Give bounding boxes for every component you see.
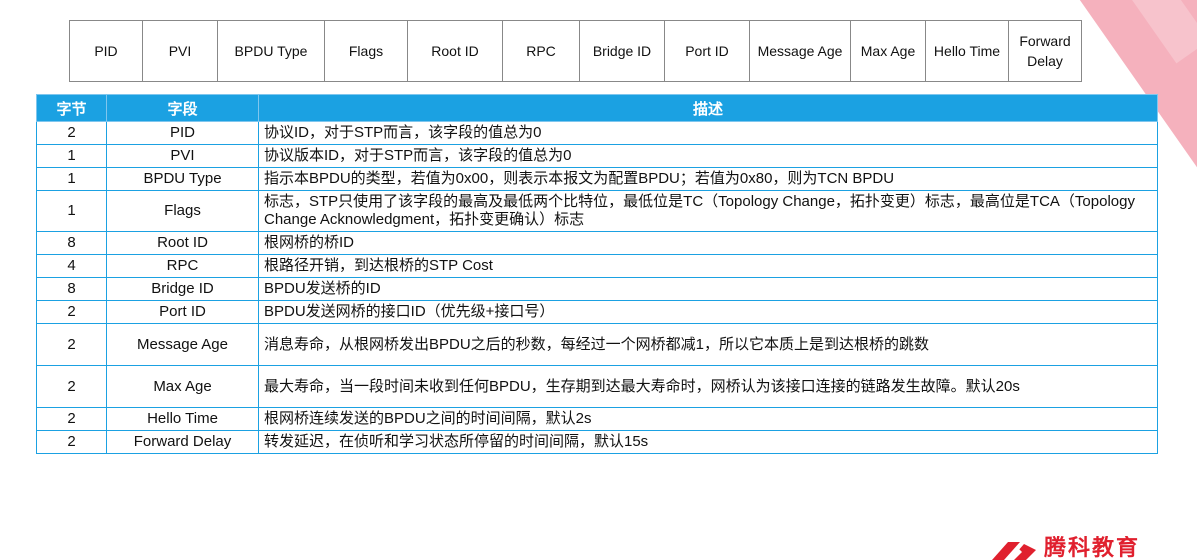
cell-description: 指示本BPDU的类型，若值为0x00，则表示本报文为配置BPDU；若值为0x80… — [258, 167, 1158, 191]
cell-field: Max Age — [106, 365, 259, 408]
table-row: 2 Port ID BPDU发送网桥的接口ID（优先级+接口号） — [36, 300, 1158, 324]
cell-bytes: 1 — [36, 167, 107, 191]
logo-text: 腾科教育 — [1044, 536, 1141, 560]
cell-bytes: 2 — [36, 365, 107, 408]
field-cell-hello-time: Hello Time — [925, 20, 1009, 82]
field-cell-port-id: Port ID — [664, 20, 750, 82]
cell-description: BPDU发送网桥的接口ID（优先级+接口号） — [258, 300, 1158, 324]
table-row: 2 Hello Time 根网桥连续发送的BPDU之间的时间间隔，默认2s — [36, 407, 1158, 431]
field-cell-root-id: Root ID — [407, 20, 503, 82]
cell-description: 最大寿命，当一段时间未收到任何BPDU，生存期到达最大寿命时，网桥认为该接口连接… — [258, 365, 1158, 408]
bpdu-field-table: 字节 字段 描述 2 PID 协议ID，对于STP而言，该字段的值总为0 1 PVI 协议… — [36, 94, 1158, 454]
field-cell-flags: Flags — [324, 20, 408, 82]
table-row: 4 RPC 根路径开销，到达根桥的STP Cost — [36, 254, 1158, 278]
cell-field: Root ID — [106, 231, 259, 255]
field-cell-bridge-id: Bridge ID — [579, 20, 665, 82]
column-header-description: 描述 — [258, 94, 1158, 122]
table-row: 2 Message Age 消息寿命，从根网桥发出BPDU之后的秒数，每经过一个网桥… — [36, 323, 1158, 366]
cell-bytes: 2 — [36, 430, 107, 454]
bpdu-field-row: PID PVI BPDU Type Flags Root ID RPC Bridge ID P… — [69, 20, 1082, 82]
field-cell-bpdu-type: BPDU Type — [217, 20, 325, 82]
field-cell-pvi: PVI — [142, 20, 218, 82]
cell-field: Hello Time — [106, 407, 259, 431]
cell-field: BPDU Type — [106, 167, 259, 191]
cell-bytes: 8 — [36, 277, 107, 301]
table-row: 1 Flags 标志，STP只使用了该字段的最高及最低两个比特位，最低位是TC（To… — [36, 190, 1158, 232]
table-row: 1 BPDU Type 指示本BPDU的类型，若值为0x00，则表示本报文为配置BP… — [36, 167, 1158, 191]
table-header-row: 字节 字段 描述 — [36, 94, 1158, 122]
cell-bytes: 2 — [36, 300, 107, 324]
brand-logo: 腾科教育 — [990, 536, 1140, 560]
table-row: 8 Bridge ID BPDU发送桥的ID — [36, 277, 1158, 301]
cell-bytes: 1 — [36, 144, 107, 168]
cell-bytes: 4 — [36, 254, 107, 278]
cell-field: PVI — [106, 144, 259, 168]
cell-field: Forward Delay — [106, 430, 259, 454]
bpdu-field-table-container: 字节 字段 描述 2 PID 协议ID，对于STP而言，该字段的值总为0 1 PVI 协议… — [36, 94, 1158, 454]
cell-bytes: 2 — [36, 407, 107, 431]
cell-description: 标志，STP只使用了该字段的最高及最低两个比特位，最低位是TC（Topology… — [258, 190, 1158, 232]
table-row: 2 Max Age 最大寿命，当一段时间未收到任何BPDU，生存期到达最大寿命时，网… — [36, 365, 1158, 408]
cell-description: 协议ID，对于STP而言，该字段的值总为0 — [258, 121, 1158, 145]
cell-description: 转发延迟，在侦听和学习状态所停留的时间间隔，默认15s — [258, 430, 1158, 454]
cell-field: Message Age — [106, 323, 259, 366]
cell-description: 根网桥的桥ID — [258, 231, 1158, 255]
field-cell-max-age: Max Age — [850, 20, 926, 82]
column-header-field: 字段 — [106, 94, 259, 122]
cell-description: 根网桥连续发送的BPDU之间的时间间隔，默认2s — [258, 407, 1158, 431]
cell-bytes: 2 — [36, 121, 107, 145]
bpdu-field-diagram: PID PVI BPDU Type Flags Root ID RPC Bridge ID P… — [69, 20, 1082, 82]
field-cell-rpc: RPC — [502, 20, 580, 82]
table-row: 8 Root ID 根网桥的桥ID — [36, 231, 1158, 255]
field-cell-message-age: Message Age — [749, 20, 851, 82]
cell-field: Port ID — [106, 300, 259, 324]
cell-field: Flags — [106, 190, 259, 232]
field-cell-pid: PID — [69, 20, 143, 82]
table-row: 2 PID 协议ID，对于STP而言，该字段的值总为0 — [36, 121, 1158, 145]
cell-field: Bridge ID — [106, 277, 259, 301]
cell-description: 根路径开销，到达根桥的STP Cost — [258, 254, 1158, 278]
cell-field: RPC — [106, 254, 259, 278]
table-row: 2 Forward Delay 转发延迟，在侦听和学习状态所停留的时间间隔，默认15… — [36, 430, 1158, 454]
cell-bytes: 1 — [36, 190, 107, 232]
column-header-bytes: 字节 — [36, 94, 107, 122]
table-row: 1 PVI 协议版本ID，对于STP而言，该字段的值总为0 — [36, 144, 1158, 168]
logo-mark-icon — [992, 542, 1036, 560]
cell-bytes: 2 — [36, 323, 107, 366]
cell-field: PID — [106, 121, 259, 145]
cell-description: BPDU发送桥的ID — [258, 277, 1158, 301]
cell-description: 消息寿命，从根网桥发出BPDU之后的秒数，每经过一个网桥都减1，所以它本质上是到… — [258, 323, 1158, 366]
cell-bytes: 8 — [36, 231, 107, 255]
field-cell-forward-delay: Forward Delay — [1008, 20, 1082, 82]
cell-description: 协议版本ID，对于STP而言，该字段的值总为0 — [258, 144, 1158, 168]
